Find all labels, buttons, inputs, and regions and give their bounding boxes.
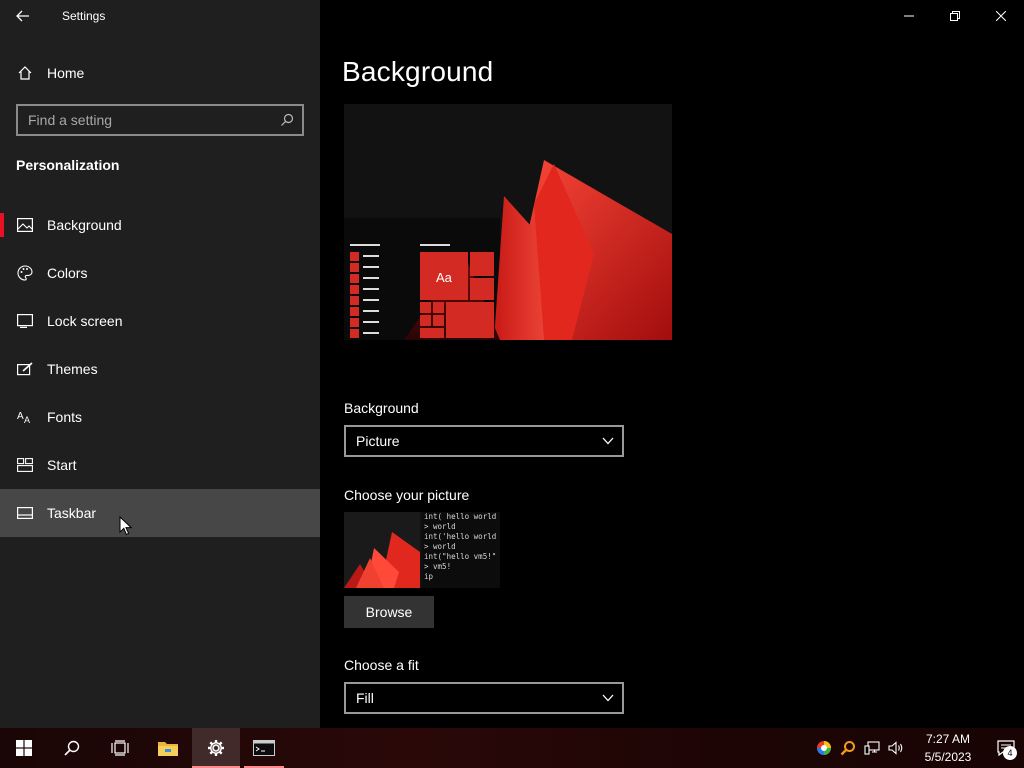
fonts-icon: AA bbox=[0, 410, 47, 424]
main-content: Background Aa Background Picture Choose … bbox=[320, 0, 1024, 728]
sidebar-item-lock-screen[interactable]: Lock screen bbox=[0, 297, 320, 345]
taskbar-icon bbox=[0, 507, 47, 519]
back-arrow-icon bbox=[16, 10, 29, 22]
restore-icon bbox=[950, 11, 960, 21]
background-dropdown-value: Picture bbox=[356, 433, 400, 449]
file-explorer-button[interactable] bbox=[144, 728, 192, 768]
speaker-icon bbox=[888, 741, 903, 755]
system-tray: 7:27 AM 5/5/2023 4 bbox=[812, 728, 1024, 768]
restore-button[interactable] bbox=[932, 0, 978, 32]
search-button[interactable] bbox=[48, 728, 96, 768]
folder-icon bbox=[158, 742, 178, 756]
search-input[interactable] bbox=[18, 112, 272, 128]
close-button[interactable] bbox=[978, 0, 1024, 32]
palette-icon bbox=[0, 265, 47, 281]
home-icon bbox=[0, 65, 47, 81]
sidebar-item-themes[interactable]: Themes bbox=[0, 345, 320, 393]
sidebar-item-background[interactable]: Background bbox=[0, 201, 320, 249]
sidebar-item-label: Themes bbox=[47, 361, 98, 377]
taskbar: 7:27 AM 5/5/2023 4 bbox=[0, 728, 1024, 768]
magnifier-icon bbox=[840, 741, 855, 756]
sidebar-item-taskbar[interactable]: Taskbar bbox=[0, 489, 320, 537]
section-title: Personalization bbox=[16, 157, 120, 173]
background-label: Background bbox=[344, 400, 419, 416]
window-controls bbox=[886, 0, 1024, 32]
network-icon bbox=[864, 741, 880, 755]
preview-tile-text: Aa bbox=[436, 270, 452, 285]
notification-badge: 4 bbox=[1003, 746, 1017, 760]
search-icon[interactable] bbox=[272, 113, 302, 127]
background-dropdown[interactable]: Picture bbox=[344, 425, 624, 457]
start-button[interactable] bbox=[0, 728, 48, 768]
sidebar-item-colors[interactable]: Colors bbox=[0, 249, 320, 297]
titlebar-left: Settings bbox=[0, 0, 320, 32]
terminal-icon bbox=[253, 740, 275, 756]
home-button[interactable]: Home bbox=[0, 54, 320, 92]
page-title: Background bbox=[342, 56, 494, 87]
task-view-button[interactable] bbox=[96, 728, 144, 768]
recent-pictures: int( hello world > world int('hello worl… bbox=[344, 512, 500, 588]
fit-dropdown-value: Fill bbox=[356, 690, 374, 706]
picture-thumbnail-red[interactable] bbox=[344, 512, 420, 588]
start-icon bbox=[0, 458, 47, 472]
volume-tray-icon[interactable] bbox=[884, 728, 908, 768]
home-label: Home bbox=[47, 65, 85, 81]
code-line: ip bbox=[424, 572, 434, 581]
sidebar-item-label: Background bbox=[47, 217, 122, 233]
network-tray-icon[interactable] bbox=[860, 728, 884, 768]
chevron-down-icon bbox=[602, 437, 614, 445]
code-line: int("hello vm5!" bbox=[424, 552, 497, 561]
svg-text:A: A bbox=[24, 415, 30, 424]
sidebar-item-start[interactable]: Start bbox=[0, 441, 320, 489]
sidebar: Settings Home Personalization Background… bbox=[0, 0, 320, 728]
search-tool-tray-icon[interactable] bbox=[836, 728, 860, 768]
windows-logo-icon bbox=[16, 740, 32, 756]
minimize-button[interactable] bbox=[886, 0, 932, 32]
search-icon bbox=[64, 740, 80, 756]
settings-taskbar-button[interactable] bbox=[192, 728, 240, 768]
chevron-down-icon bbox=[602, 694, 614, 702]
code-line: int('hello world bbox=[424, 532, 497, 541]
code-line: > world bbox=[424, 522, 456, 531]
code-line: int( hello world bbox=[424, 512, 497, 521]
sidebar-item-label: Fonts bbox=[47, 409, 83, 425]
picture-thumbnail-code[interactable]: int( hello world > world int('hello worl… bbox=[422, 512, 500, 588]
sidebar-item-fonts[interactable]: AA Fonts bbox=[0, 393, 320, 441]
minimize-icon bbox=[904, 15, 914, 17]
sidebar-item-label: Start bbox=[47, 457, 77, 473]
close-icon bbox=[996, 11, 1006, 21]
back-button[interactable] bbox=[0, 0, 46, 32]
search-box[interactable] bbox=[16, 104, 304, 136]
choose-fit-label: Choose a fit bbox=[344, 657, 419, 673]
themes-icon bbox=[0, 362, 47, 376]
app-title: Settings bbox=[62, 9, 106, 23]
code-line: > world bbox=[424, 542, 456, 551]
mouse-cursor-icon bbox=[119, 516, 133, 536]
clock-date: 5/5/2023 bbox=[924, 750, 972, 764]
action-center-button[interactable]: 4 bbox=[988, 728, 1024, 768]
lock-screen-icon bbox=[0, 314, 47, 328]
browse-button[interactable]: Browse bbox=[344, 596, 434, 628]
sidebar-item-label: Lock screen bbox=[47, 313, 123, 329]
fit-dropdown[interactable]: Fill bbox=[344, 682, 624, 714]
color-wheel-icon bbox=[817, 741, 831, 755]
preview-image bbox=[344, 104, 672, 340]
terminal-taskbar-button[interactable] bbox=[240, 728, 288, 768]
sidebar-item-label: Colors bbox=[47, 265, 88, 281]
background-preview: Aa bbox=[344, 104, 672, 340]
colorful-app-tray-icon[interactable] bbox=[812, 728, 836, 768]
picture-icon bbox=[0, 218, 47, 232]
clock[interactable]: 7:27 AM 5/5/2023 bbox=[914, 730, 982, 766]
svg-text:A: A bbox=[17, 411, 24, 422]
task-view-icon bbox=[111, 740, 129, 756]
sidebar-item-label: Taskbar bbox=[47, 505, 97, 521]
choose-picture-label: Choose your picture bbox=[344, 487, 470, 503]
code-line: > vm5! bbox=[424, 562, 452, 571]
gear-icon bbox=[208, 740, 224, 756]
nav-list: Background Colors Lock screen Themes AA … bbox=[0, 201, 320, 537]
clock-time: 7:27 AM bbox=[925, 732, 971, 746]
